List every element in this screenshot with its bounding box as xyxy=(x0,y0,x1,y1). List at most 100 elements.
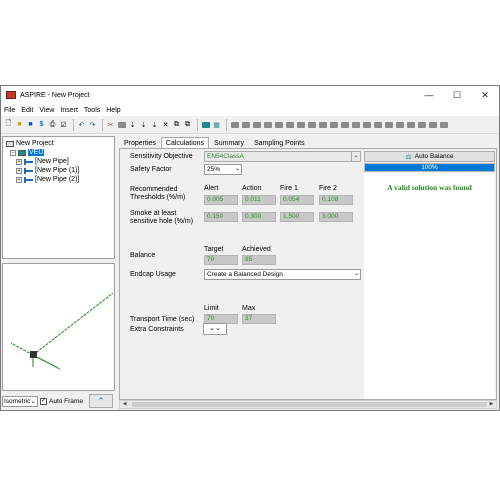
progress-text: 100% xyxy=(421,164,438,171)
fitting-12-icon[interactable] xyxy=(351,120,360,129)
chevron-down-icon: ⌄ xyxy=(353,271,359,277)
undo-icon[interactable]: ↶ xyxy=(77,120,86,129)
tree-pipe[interactable]: + [New Pipe (1)] xyxy=(6,166,111,175)
expand-icon[interactable]: + xyxy=(16,167,22,174)
fitting-14-icon[interactable] xyxy=(373,120,382,129)
thresholds-label-line2: Thresholds (%/m) xyxy=(130,194,186,201)
pipe-icon xyxy=(24,167,33,174)
fitting-10-icon[interactable] xyxy=(329,120,338,129)
fitting-8-icon[interactable] xyxy=(307,120,316,129)
delete-icon[interactable]: ✕ xyxy=(161,120,170,129)
sensitivity-objective-select[interactable]: EN54ClassA ⌄ xyxy=(204,151,361,162)
title-bar: ASPIRE - New Project — ☐ ✕ xyxy=(1,86,499,104)
balance-target-label: Target xyxy=(204,246,224,253)
col-alert: Alert xyxy=(204,185,219,192)
fitting-13-icon[interactable] xyxy=(362,120,371,129)
chevron-down-icon: ⌄ xyxy=(30,398,36,405)
capillary-tool-icon[interactable]: ⇣ xyxy=(139,120,148,129)
minimize-button[interactable]: — xyxy=(415,86,443,104)
horizontal-scrollbar[interactable]: ◀ ▶ xyxy=(119,400,497,409)
extra-constraints-expand-button[interactable]: ⌄⌄ xyxy=(203,323,227,335)
sensitivity-objective-label: Sensitivity Objective xyxy=(130,153,193,160)
cost-icon[interactable]: $ xyxy=(37,120,46,129)
print-icon[interactable]: ⎙ xyxy=(48,120,57,129)
expand-icon[interactable]: + xyxy=(16,158,22,165)
menu-insert[interactable]: Insert xyxy=(60,107,78,114)
tab-calculations[interactable]: Calculations xyxy=(160,137,210,148)
endcap-value: Create a Balanced Design xyxy=(207,271,283,278)
redo-icon[interactable]: ↷ xyxy=(88,120,97,129)
isometric-viewport[interactable] xyxy=(2,263,115,391)
detector-unit-icon xyxy=(30,351,37,358)
fitting-5-icon[interactable] xyxy=(274,120,283,129)
calculate-icon[interactable]: ▦ xyxy=(212,120,221,129)
maximize-button[interactable]: ☐ xyxy=(443,86,471,104)
calculations-panel: Sensitivity Objective EN54ClassA ⌄ Safet… xyxy=(119,148,497,400)
menu-edit[interactable]: Edit xyxy=(21,107,33,114)
result-area: A valid solution was found xyxy=(364,173,495,399)
menu-help[interactable]: Help xyxy=(106,107,120,114)
collapse-icon[interactable]: − xyxy=(10,149,16,156)
collapse-panel-button[interactable]: ⌃ xyxy=(88,394,113,408)
smoke-alert: 0.150 xyxy=(204,212,238,222)
pipe-icon xyxy=(24,176,33,183)
window-title: ASPIRE - New Project xyxy=(20,91,90,99)
chevron-down-icon: ⌄ xyxy=(234,166,240,172)
safety-factor-select[interactable]: 25% ⌄ xyxy=(204,164,242,175)
fitting-19-icon[interactable] xyxy=(428,120,437,129)
scroll-left-icon[interactable]: ◀ xyxy=(120,401,129,408)
fitting-1-icon[interactable] xyxy=(230,120,239,129)
fitting-11-icon[interactable] xyxy=(340,120,349,129)
transport-max-label: Max xyxy=(242,305,256,312)
col-fire2: Fire 2 xyxy=(319,185,337,192)
fitting-15-icon[interactable] xyxy=(384,120,393,129)
fitting-4-icon[interactable] xyxy=(263,120,272,129)
new-file-icon[interactable]: 🗋 xyxy=(4,120,13,129)
thresholds-label-line1: Recommended xyxy=(130,186,178,193)
fitting-17-icon[interactable] xyxy=(406,120,415,129)
endcap-select[interactable]: Create a Balanced Design ⌄ xyxy=(204,269,361,280)
tab-summary[interactable]: Summary xyxy=(209,137,249,148)
window-controls: — ☐ ✕ xyxy=(415,86,499,104)
extra-constraints-label: Extra Constraints xyxy=(130,326,184,333)
scroll-thumb[interactable] xyxy=(132,402,487,407)
fitting-3-icon[interactable] xyxy=(252,120,261,129)
balance-label: Balance xyxy=(130,252,156,259)
fitting-9-icon[interactable] xyxy=(318,120,327,129)
balance-achieved: 85 xyxy=(242,255,276,265)
fitting-7-icon[interactable] xyxy=(296,120,305,129)
menu-tools[interactable]: Tools xyxy=(84,107,100,114)
fitting-6-icon[interactable] xyxy=(285,120,294,129)
tree-veu[interactable]: − VEU xyxy=(6,148,111,157)
tree-pipe[interactable]: + [New Pipe (2)] xyxy=(6,175,111,184)
auto-frame-checkbox[interactable]: ✓ xyxy=(40,397,47,405)
fitting-16-icon[interactable] xyxy=(395,120,404,129)
expand-icon[interactable]: + xyxy=(16,176,22,183)
hole-tool-icon[interactable]: ⇣ xyxy=(128,120,137,129)
balance-target: 70 xyxy=(204,255,238,265)
copy-icon[interactable]: ⧉ xyxy=(172,120,181,129)
auto-balance-button[interactable]: ⚖ Auto Balance xyxy=(364,151,495,162)
save-icon[interactable]: ■ xyxy=(26,120,35,129)
paste-icon[interactable]: ⧉ xyxy=(183,120,192,129)
project-tree[interactable]: New Project − VEU + [New Pipe] + [New Pi… xyxy=(2,136,115,259)
menu-file[interactable]: File xyxy=(4,107,15,114)
detector-icon[interactable] xyxy=(201,120,210,129)
close-button[interactable]: ✕ xyxy=(471,86,499,104)
fitting-20-icon[interactable] xyxy=(439,120,448,129)
tree-pipe[interactable]: + [New Pipe] xyxy=(6,157,111,166)
sampling-tool-icon[interactable]: ⇣ xyxy=(150,120,159,129)
fitting-2-icon[interactable] xyxy=(241,120,250,129)
scroll-right-icon[interactable]: ▶ xyxy=(487,401,496,408)
tree-root[interactable]: New Project xyxy=(6,139,111,148)
tab-sampling-points[interactable]: Sampling Points xyxy=(249,137,310,148)
cut-icon[interactable]: ✂ xyxy=(106,120,115,129)
view-mode-select[interactable]: Isometric ⌄ xyxy=(2,395,38,407)
menu-view[interactable]: View xyxy=(39,107,54,114)
open-folder-icon[interactable]: ■ xyxy=(15,120,24,129)
toolbar-separator xyxy=(226,118,227,131)
tab-properties[interactable]: Properties xyxy=(119,137,161,148)
pipe-tool-icon[interactable] xyxy=(117,120,126,129)
fitting-18-icon[interactable] xyxy=(417,120,426,129)
check-icon[interactable]: ☑ xyxy=(59,120,68,129)
